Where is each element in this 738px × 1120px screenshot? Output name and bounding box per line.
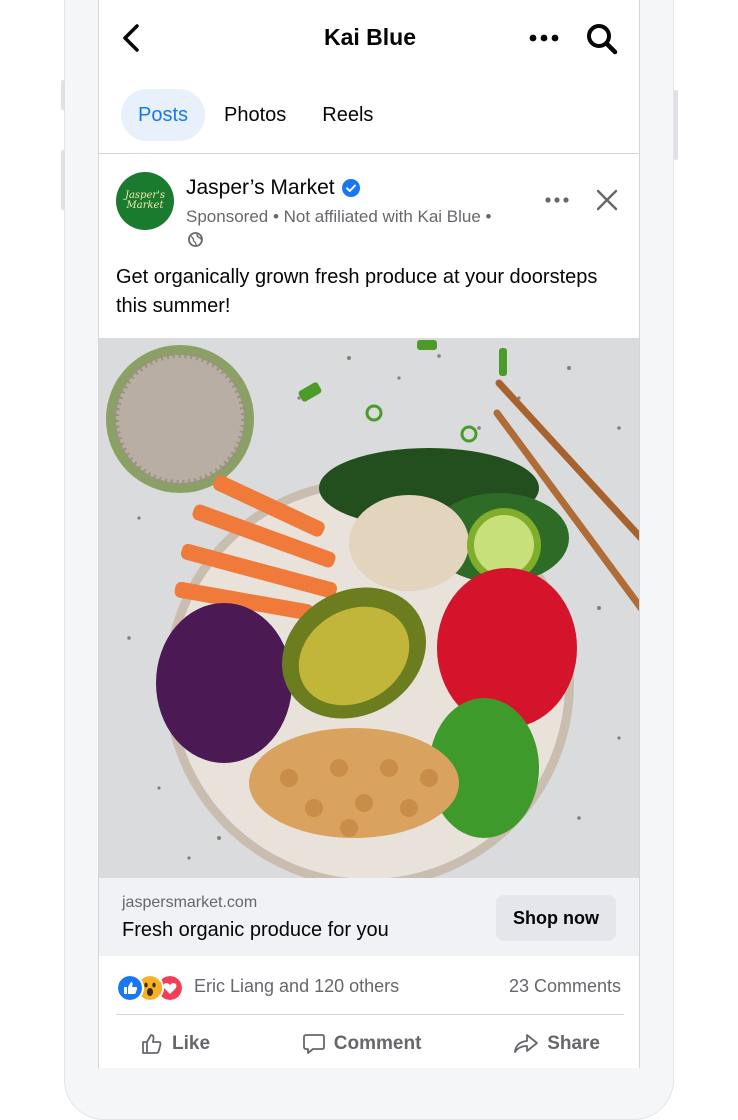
divider — [99, 153, 639, 154]
ellipsis-icon — [545, 197, 569, 203]
tab-posts[interactable]: Posts — [121, 89, 206, 141]
phone-side-button — [61, 80, 65, 110]
comment-icon — [302, 1034, 325, 1054]
tab-reels[interactable]: Reels — [305, 89, 390, 141]
advertiser-name-row: Jasper’s Market — [186, 176, 360, 200]
reactions-summary[interactable]: Eric Liang and 120 others — [116, 972, 400, 1002]
link-headline: Fresh organic produce for you — [122, 919, 389, 941]
tab-photos[interactable]: Photos — [207, 89, 303, 141]
comment-label: Comment — [333, 1033, 422, 1054]
search-icon — [587, 24, 618, 55]
divider — [116, 1014, 624, 1015]
share-label: Share — [547, 1033, 600, 1054]
link-preview-card[interactable]: jaspersmarket.com Fresh organic produce … — [99, 878, 639, 956]
post-actions: Like Comment Share — [116, 1024, 624, 1064]
link-domain: jaspersmarket.com — [122, 894, 258, 911]
more-options-button[interactable] — [527, 26, 563, 50]
like-button[interactable]: Like — [116, 1024, 234, 1064]
advertiser-avatar[interactable]: Jasper's Market — [116, 172, 174, 230]
ellipsis-icon — [529, 34, 559, 42]
post-caption: Get organically grown fresh produce at y… — [116, 266, 598, 317]
thumbs-up-icon — [142, 1034, 162, 1054]
verified-badge-icon — [341, 179, 360, 197]
phone-side-button — [674, 90, 678, 160]
close-icon — [596, 189, 618, 211]
globe-icon — [188, 232, 203, 247]
post-options-button[interactable] — [543, 190, 571, 210]
reaction-icons — [116, 972, 186, 1002]
post-meta-text: Sponsored • Not affiliated with Kai Blue… — [186, 207, 492, 226]
hide-post-button[interactable] — [595, 188, 619, 212]
comments-count[interactable]: 23 Comments — [509, 976, 621, 997]
post-meta: Sponsored • Not affiliated with Kai Blue… — [186, 205, 506, 251]
share-button[interactable]: Share — [489, 1024, 624, 1064]
comment-button[interactable]: Comment — [278, 1024, 446, 1064]
profile-tabs: Posts Photos Reels — [121, 88, 392, 142]
app-screen: Kai Blue Posts Photos Reels Jasper's Mar… — [98, 0, 640, 1068]
ad-image[interactable] — [99, 338, 640, 878]
phone-side-button — [61, 150, 65, 210]
search-button[interactable] — [585, 22, 619, 56]
avatar-logo-text: Jasper's Market — [124, 190, 166, 211]
share-icon — [514, 1034, 539, 1053]
like-reaction-icon — [116, 974, 144, 1002]
reactions-text: Eric Liang and 120 others — [194, 975, 400, 996]
top-bar: Kai Blue — [99, 0, 639, 76]
shop-now-button[interactable]: Shop now — [496, 895, 616, 941]
advertiser-name[interactable]: Jasper’s Market — [186, 176, 335, 200]
like-label: Like — [172, 1033, 211, 1054]
